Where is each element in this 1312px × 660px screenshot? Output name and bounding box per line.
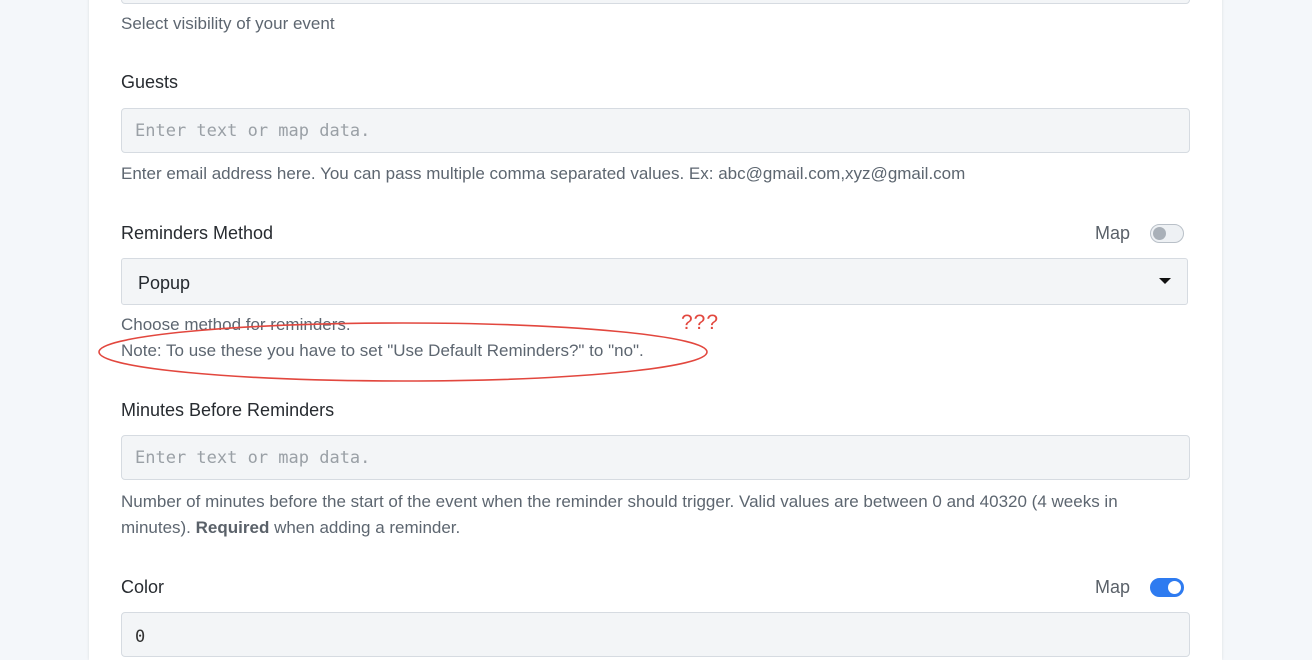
guests-label: Guests — [121, 72, 179, 92]
guests-help-text: Enter email address here. You can pass m… — [121, 164, 966, 183]
color-input[interactable]: 0 — [121, 612, 1190, 657]
minutes-before-help-text-continued: minutes). Required when adding a reminde… — [121, 515, 460, 541]
visibility-help-text: Select visibility of your event — [121, 14, 335, 33]
annotation-ellipse — [98, 322, 708, 382]
reminders-method-map-control: Map — [1095, 223, 1184, 244]
reminders-method-map-toggle[interactable] — [1150, 224, 1184, 243]
visibility-input-edge[interactable] — [121, 0, 1190, 4]
minutes-before-label: Minutes Before Reminders — [121, 400, 335, 420]
color-map-control: Map — [1095, 577, 1184, 598]
minutes-before-help-text: Number of minutes before the start of th… — [121, 492, 1118, 511]
reminders-method-map-label: Map — [1095, 223, 1131, 243]
reminders-method-label: Reminders Method — [121, 223, 274, 243]
guests-input[interactable] — [121, 108, 1190, 153]
color-input-value: 0 — [135, 627, 146, 647]
minutes-before-help-tail: when adding a reminder. — [274, 518, 461, 537]
color-label: Color — [121, 577, 165, 597]
annotation-question-marks: ??? — [681, 311, 720, 334]
minutes-before-input[interactable] — [121, 435, 1190, 480]
toggle-knob — [1153, 227, 1166, 240]
required-emphasis: Required — [195, 518, 270, 537]
toggle-knob — [1168, 581, 1181, 594]
color-map-label: Map — [1095, 577, 1131, 597]
minutes-before-help-second: minutes). — [121, 518, 191, 537]
color-map-toggle[interactable] — [1150, 578, 1184, 597]
reminders-method-select[interactable]: Popup — [121, 258, 1188, 305]
chevron-down-icon — [1159, 278, 1171, 284]
reminders-method-selected-value: Popup — [138, 273, 191, 293]
